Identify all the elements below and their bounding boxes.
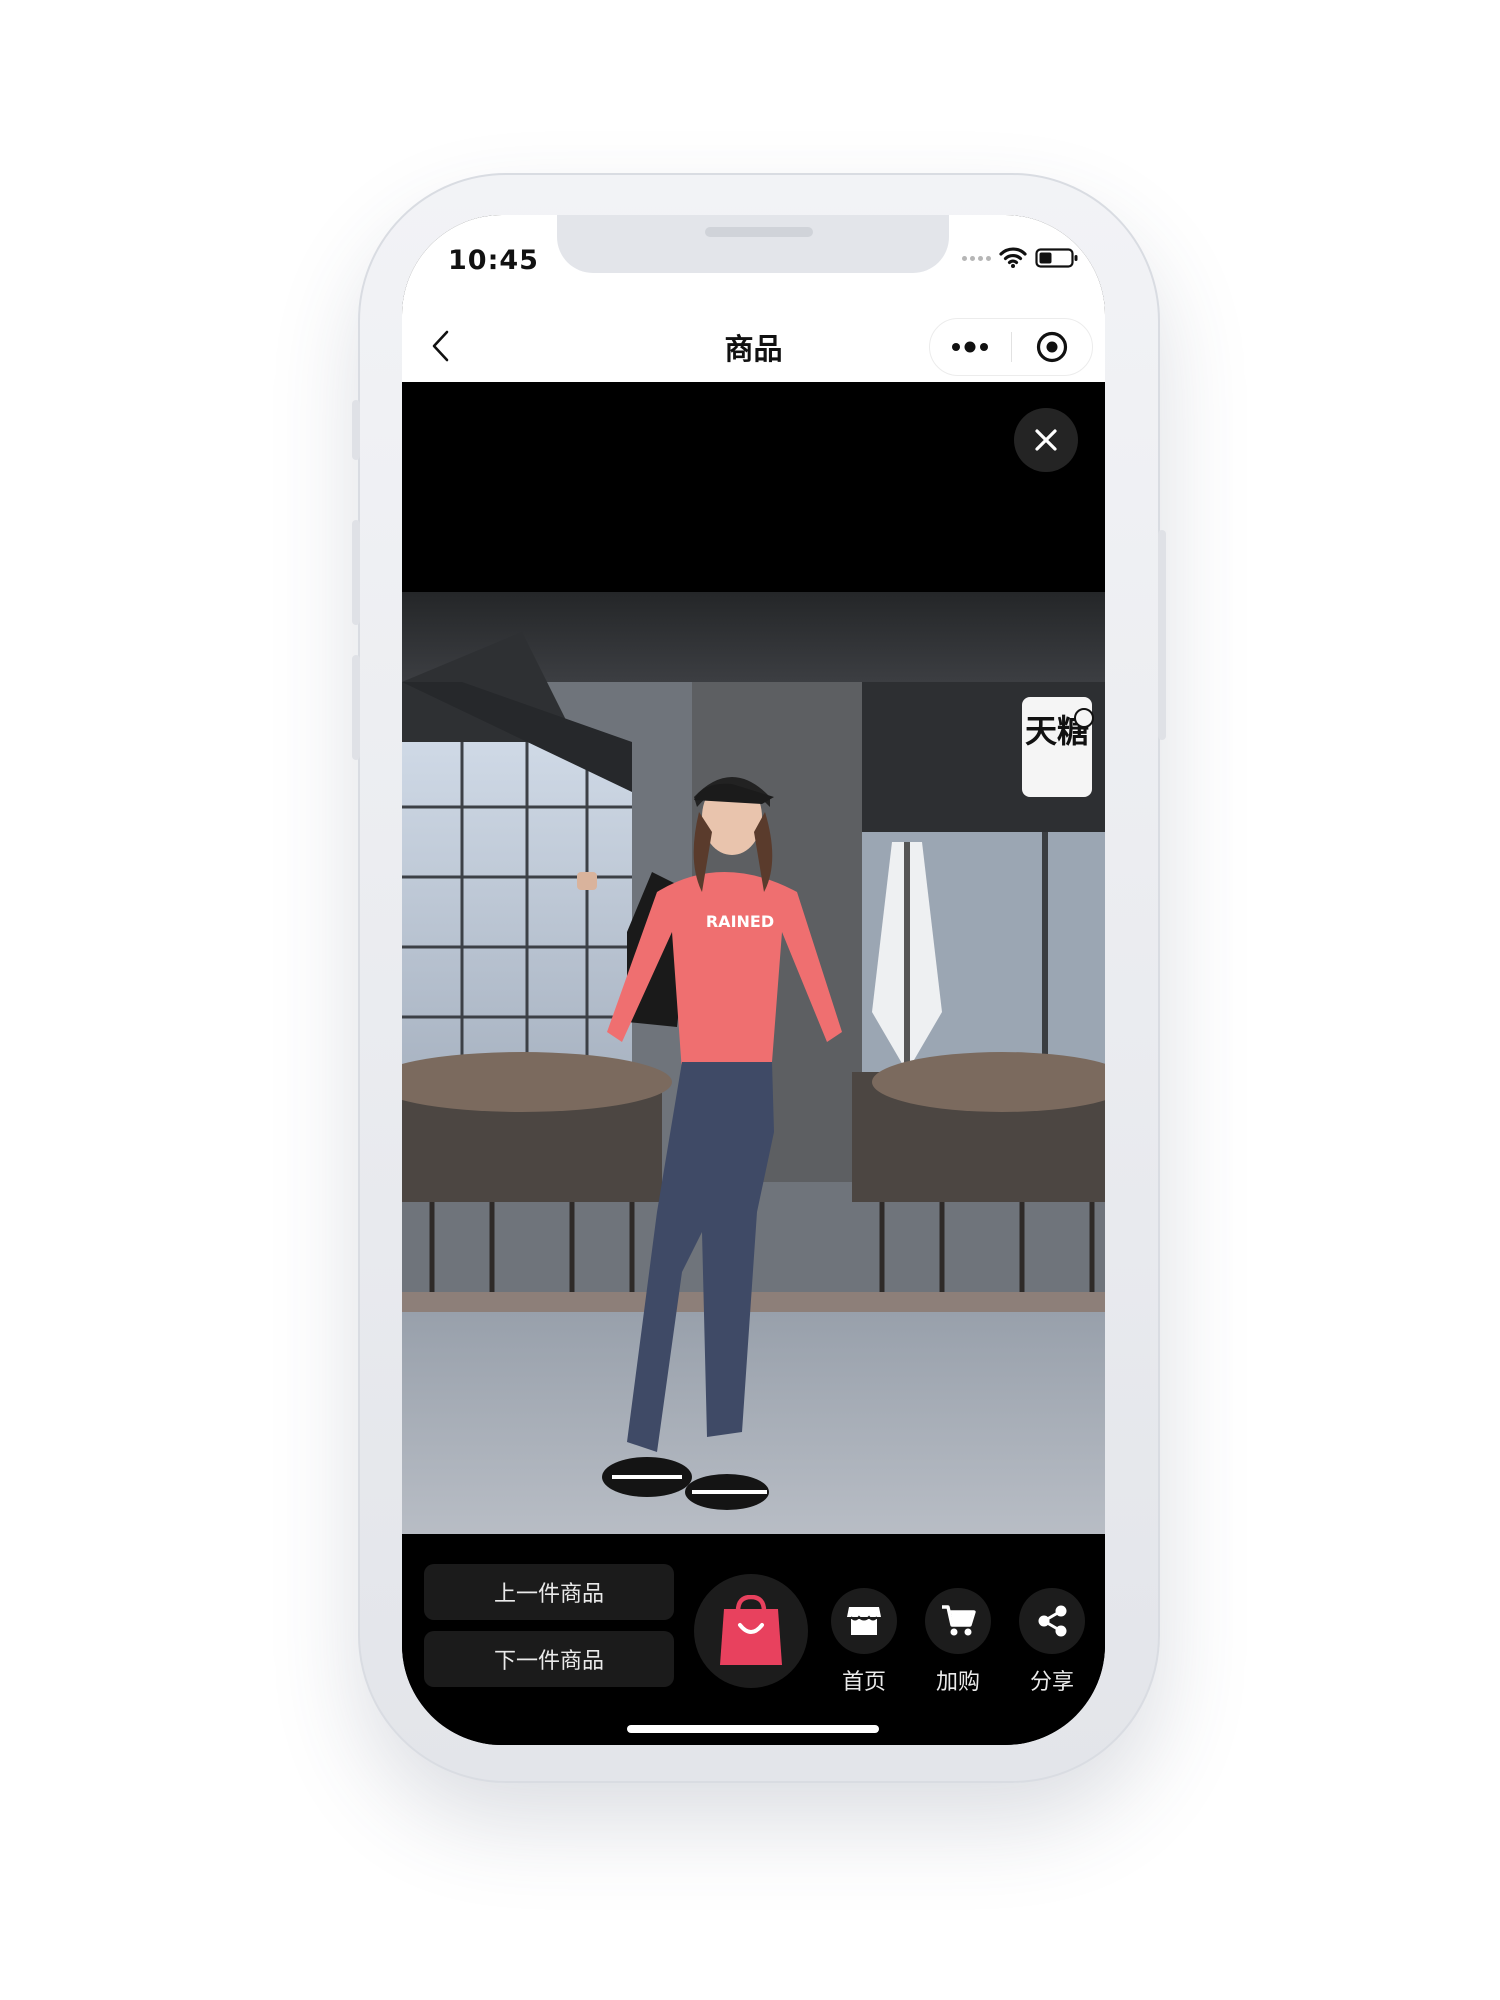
more-dots-icon [952, 341, 989, 353]
product-video[interactable]: 天糖 RAINED [402, 592, 1105, 1534]
bottom-action-bar: 上一件商品 下一件商品 首页 加购 分享 [402, 1534, 1105, 1745]
wifi-icon [999, 247, 1027, 268]
home-indicator[interactable] [627, 1725, 879, 1733]
next-product-button[interactable]: 下一件商品 [424, 1631, 674, 1687]
phone-screen: 10:45 商品 天糖 RAINED 上一件商品 下一件商品 首页 加购 分享 [402, 215, 1105, 1745]
mini-program-capsule [929, 318, 1093, 376]
product-photo: 天糖 RAINED [402, 592, 1105, 1534]
target-icon [1036, 331, 1067, 363]
home-action-label: 首页 [841, 1670, 886, 1695]
home-action[interactable]: 首页 [829, 1588, 899, 1696]
notch [557, 215, 949, 273]
cart-icon [942, 1605, 976, 1636]
signal-icon [962, 255, 991, 261]
status-bar: 10:45 [402, 215, 1105, 310]
cart-action-circle [925, 1588, 991, 1654]
share-label: 分享 [1029, 1670, 1074, 1695]
shopping-bag-button[interactable] [694, 1574, 808, 1688]
navigation-bar: 商品 [402, 310, 1105, 382]
speaker [705, 227, 813, 237]
home-action-circle [831, 1588, 897, 1654]
video-letterbox [402, 382, 1105, 592]
share-action[interactable]: 分享 [1017, 1588, 1087, 1696]
volume-down-button [352, 655, 360, 760]
more-button[interactable] [930, 319, 1011, 375]
volume-up-button [352, 520, 360, 625]
status-indicators [962, 247, 1079, 269]
prev-product-button[interactable]: 上一件商品 [424, 1564, 674, 1620]
add-to-cart-action[interactable]: 加购 [923, 1588, 993, 1696]
add-to-cart-label: 加购 [935, 1670, 980, 1695]
close-program-button[interactable] [1012, 319, 1093, 375]
share-icon [1038, 1605, 1067, 1637]
shopping-bag-icon [720, 1595, 782, 1665]
share-action-circle [1019, 1588, 1085, 1654]
shirt-text: RAINED [706, 912, 774, 931]
status-time: 10:45 [448, 245, 539, 276]
side-button [352, 400, 360, 460]
power-button [1158, 530, 1166, 740]
close-icon [1035, 429, 1057, 451]
close-video-button[interactable] [1014, 408, 1078, 472]
battery-icon [1035, 248, 1078, 268]
store-icon [847, 1607, 881, 1635]
store-sign: 天糖 [1022, 697, 1094, 797]
